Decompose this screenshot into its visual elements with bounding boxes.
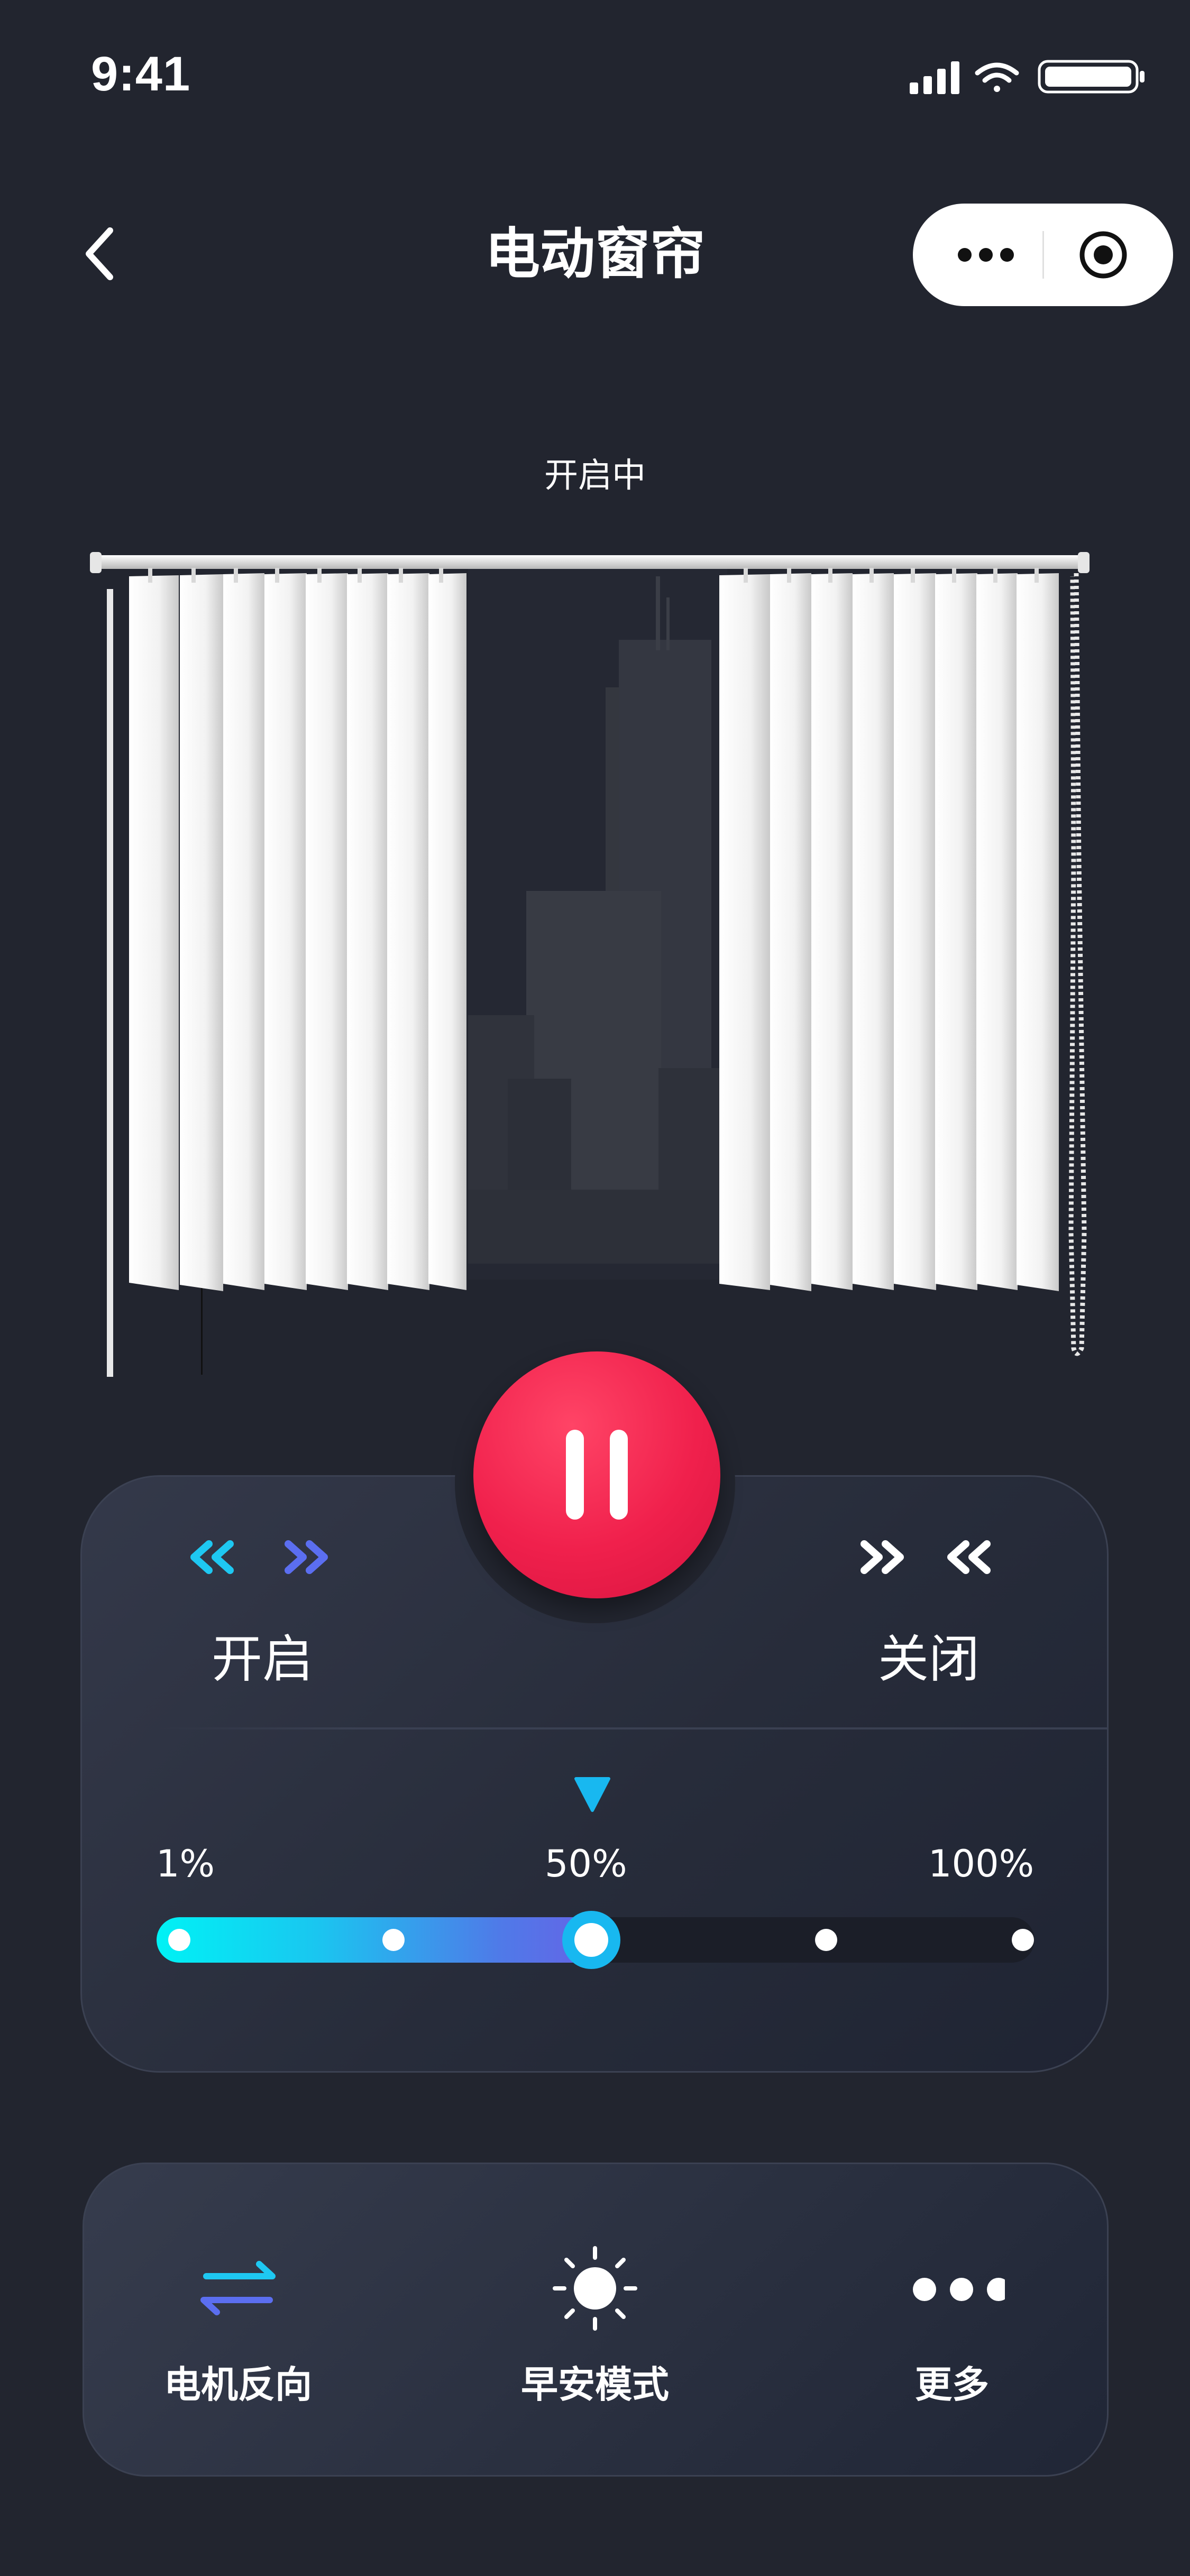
pause-icon-bar-right [610, 1430, 628, 1520]
bead-chain [1068, 573, 1087, 1356]
capsule-close-button[interactable] [1066, 231, 1140, 279]
progress-label-max: 100% [928, 1842, 1035, 1885]
progress-label-min: 1% [156, 1842, 215, 1885]
morning-mode-button[interactable]: 早安模式 [463, 2237, 727, 2437]
position-marker-icon [574, 1777, 610, 1812]
slider-step-dot[interactable] [1012, 1929, 1034, 1951]
status-time: 9:41 [91, 47, 191, 101]
more-button[interactable]: 更多 [820, 2237, 1084, 2437]
panel-divider [159, 1727, 1107, 1729]
motor-reverse-button[interactable]: 电机反向 [106, 2237, 370, 2437]
close-button-label[interactable]: 关闭 [878, 1627, 980, 1691]
window-cityscape [468, 569, 727, 1280]
function-label: 更多 [915, 2363, 989, 2406]
slider-step-dot[interactable] [382, 1929, 405, 1951]
slider-thumb[interactable] [562, 1911, 621, 1969]
pause-button[interactable] [473, 1351, 720, 1598]
wifi-icon [975, 62, 1019, 92]
capsule-divider [1042, 231, 1044, 279]
curtain-state-text: 开启中 [544, 456, 646, 495]
signal-icon [910, 61, 959, 94]
right-curtain-slats [719, 568, 1059, 1291]
curtain-illustration [90, 552, 1090, 1377]
slider-step-dot[interactable] [815, 1929, 837, 1951]
sun-icon [553, 2246, 637, 2331]
open-arrows-icon[interactable] [188, 1528, 346, 1586]
capsule-more-button[interactable] [949, 231, 1023, 279]
open-button-label[interactable]: 开启 [212, 1627, 313, 1691]
reverse-arrows-icon [200, 2261, 276, 2315]
close-arrows-icon[interactable] [857, 1528, 1015, 1586]
status-icons [910, 60, 1145, 94]
curtain-wand [107, 589, 113, 1377]
pause-icon-bar-left [566, 1430, 584, 1520]
slider-step-dot[interactable] [168, 1929, 190, 1951]
position-slider[interactable] [157, 1911, 1035, 1969]
left-curtain-slats [129, 568, 466, 1291]
more-dots-icon [913, 2278, 1005, 2301]
function-label: 早安模式 [521, 2363, 669, 2406]
battery-icon [1038, 60, 1145, 94]
slider-thumb-center [574, 1923, 609, 1957]
progress-label-mid: 50% [545, 1842, 627, 1885]
mini-program-capsule [913, 204, 1173, 306]
function-label: 电机反向 [164, 2363, 312, 2406]
